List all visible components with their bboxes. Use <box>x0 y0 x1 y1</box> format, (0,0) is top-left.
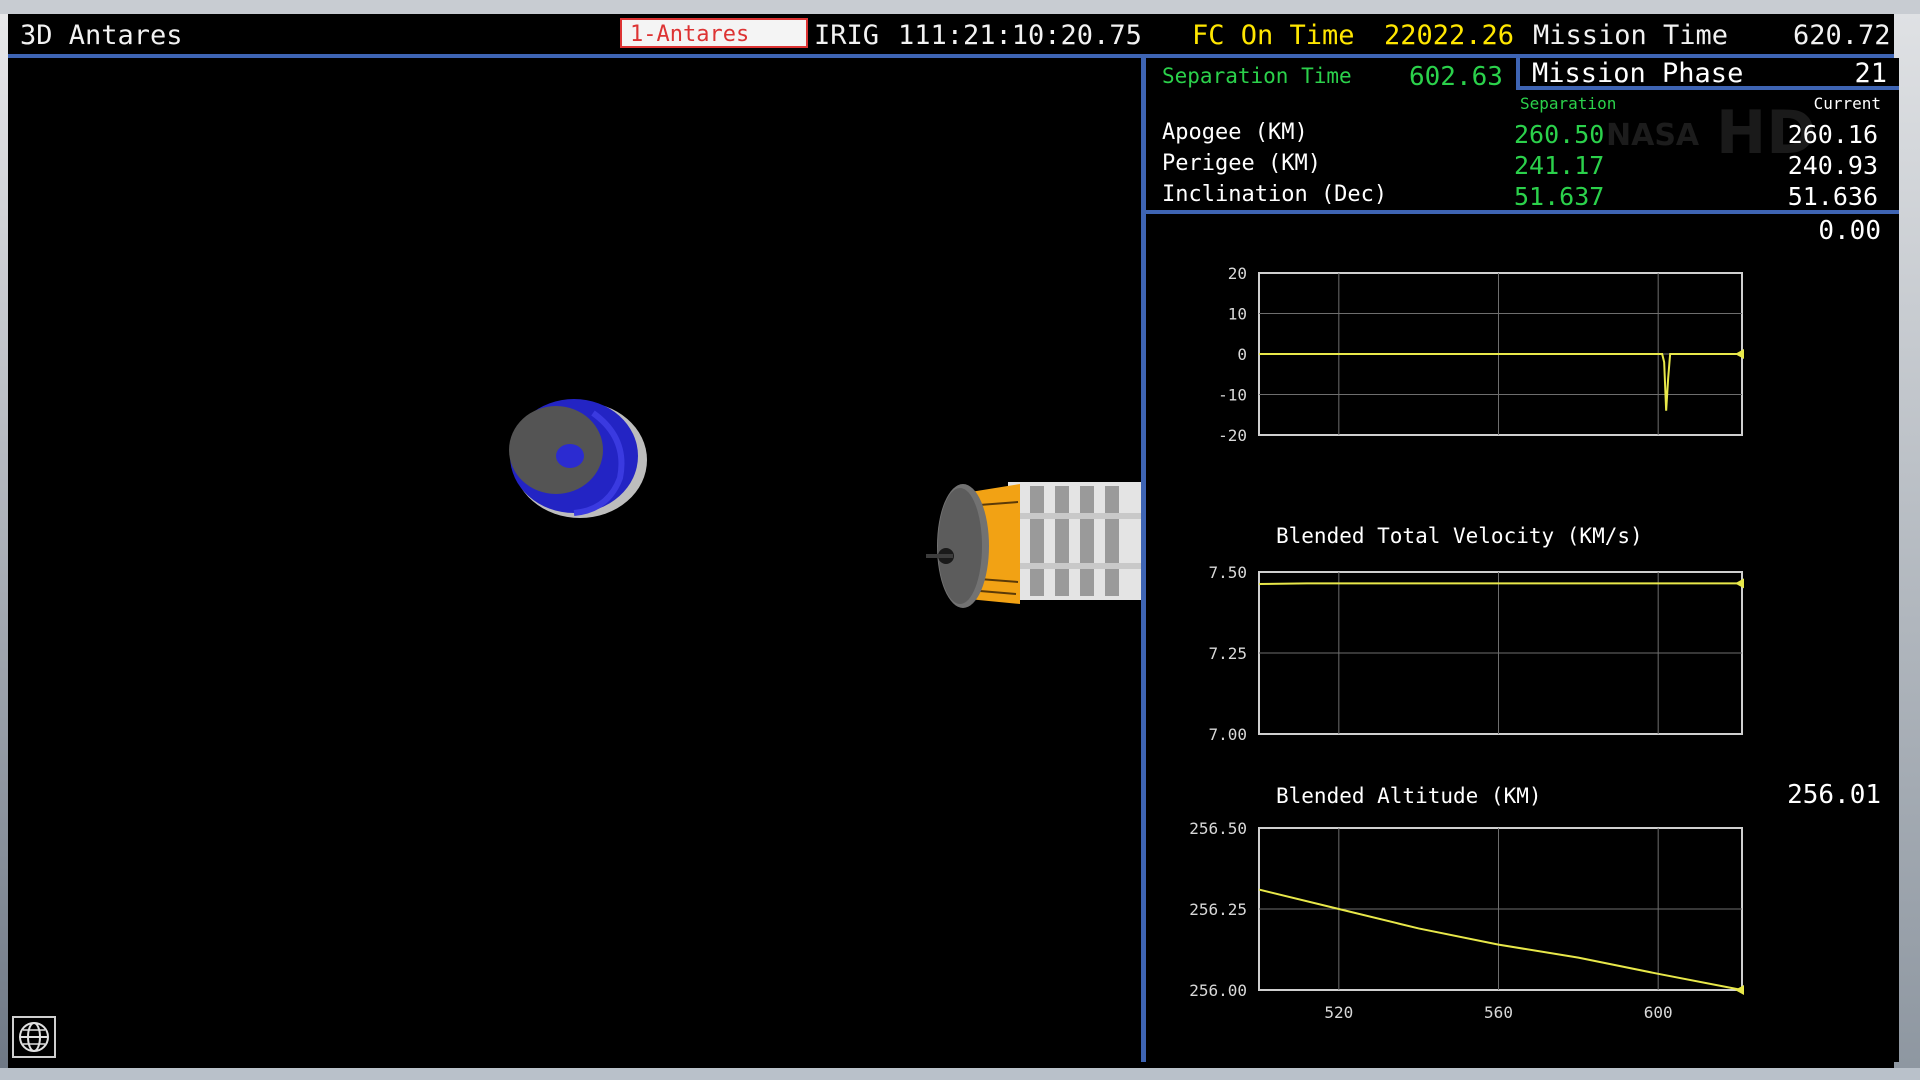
3d-viewport[interactable] <box>8 58 1141 1062</box>
orbit-row-apogee: Apogee (KM) 260.50 260.16 <box>1162 120 1892 150</box>
y-tick-label: 7.00 <box>1208 725 1247 744</box>
fc-on-time-value: 22022.26 <box>1384 20 1515 51</box>
column-header-separation: Separation <box>1520 94 1617 113</box>
series-line <box>1258 582 1742 585</box>
y-tick-label: 7.25 <box>1208 644 1247 663</box>
orbit-row-separation-value: 241.17 <box>1514 151 1605 180</box>
mission-phase-value: 21 <box>1854 58 1887 89</box>
orbit-row-perigee: Perigee (KM) 241.17 240.93 <box>1162 151 1892 181</box>
orbit-section-divider <box>1146 210 1899 214</box>
display-frame: 3D Antares 1-Antares IRIG 111:21:10:20.7… <box>0 0 1920 1080</box>
orbit-row-separation-value: 260.50 <box>1514 120 1605 149</box>
view-mode-button[interactable] <box>12 1016 56 1058</box>
separation-time-label: Separation Time <box>1162 64 1352 88</box>
y-tick-label: -20 <box>1218 426 1247 445</box>
irig-label: IRIG <box>814 20 880 51</box>
y-tick-label: 20 <box>1228 264 1247 283</box>
orbit-row-current-value: 240.93 <box>1787 151 1878 180</box>
x-tick-label: 560 <box>1484 1003 1513 1022</box>
series-line <box>1258 888 1743 991</box>
telemetry-panel: NASA HD Separation Time 602.63 Mission P… <box>1141 54 1899 1062</box>
window-top-strip <box>0 0 1920 14</box>
mission-time-value: 620.72 <box>1793 20 1891 51</box>
series-line <box>1259 353 1742 411</box>
y-tick-label: 10 <box>1228 305 1247 324</box>
altitude-chart-readout: 256.01 <box>1787 780 1881 810</box>
mission-phase-box: Mission Phase 21 <box>1516 54 1899 90</box>
window-left-edge <box>0 14 8 1080</box>
globe-icon <box>19 1022 49 1052</box>
orbit-row-current-value: 51.636 <box>1787 182 1878 211</box>
orbit-row-label: Inclination (Dec) <box>1162 182 1388 207</box>
altitude-chart-title: Blended Altitude (KM) <box>1276 784 1542 808</box>
irig-value: 111:21:10:20.75 <box>898 20 1142 51</box>
3d-scene <box>509 399 1141 608</box>
delta-chart: 20 10 0 -10 -20 <box>1218 264 1744 445</box>
y-tick-label: 256.00 <box>1189 981 1247 1000</box>
orbit-row-inclination: Inclination (Dec) 51.637 51.636 <box>1162 182 1892 212</box>
y-tick-label: 0 <box>1237 345 1247 364</box>
column-header-current: Current <box>1813 94 1881 113</box>
rocket-stage-model <box>926 482 1141 608</box>
mission-phase-label: Mission Phase <box>1532 58 1744 89</box>
separation-time-box: Separation Time 602.63 <box>1146 58 1516 94</box>
orbit-row-separation-value: 51.637 <box>1514 182 1605 211</box>
orbit-row-label: Perigee (KM) <box>1162 151 1321 176</box>
app-title: 3D Antares <box>20 20 183 51</box>
y-tick-label: 256.50 <box>1189 819 1247 838</box>
top-chart-readout: 0.00 <box>1818 216 1881 246</box>
header-bar: 3D Antares 1-Antares IRIG 111:21:10:20.7… <box>8 14 1894 58</box>
x-tick-label: 520 <box>1324 1003 1353 1022</box>
window-bottom-strip <box>0 1068 1920 1080</box>
current-value-marker <box>1735 578 1744 589</box>
y-tick-label: -10 <box>1218 386 1247 405</box>
altitude-chart: 256.50 256.25 256.00 520 560 600 <box>1189 819 1744 1022</box>
y-tick-label: 7.50 <box>1208 563 1247 582</box>
current-value-marker <box>1735 349 1744 359</box>
y-tick-label: 256.25 <box>1189 900 1247 919</box>
velocity-chart: 7.50 7.25 7.00 <box>1208 563 1744 744</box>
vehicle-select[interactable]: 1-Antares <box>620 18 808 48</box>
fc-on-time-label: FC On Time <box>1192 20 1355 51</box>
orbit-row-current-value: 260.16 <box>1787 120 1878 149</box>
mission-time-label: Mission Time <box>1533 20 1729 51</box>
orbit-row-label: Apogee (KM) <box>1162 120 1308 145</box>
velocity-chart-title: Blended Total Velocity (KM/s) <box>1276 524 1643 548</box>
separation-time-value: 602.63 <box>1409 62 1503 92</box>
x-tick-label: 600 <box>1644 1003 1673 1022</box>
current-value-marker <box>1735 985 1744 995</box>
separated-stage-model <box>509 399 647 518</box>
